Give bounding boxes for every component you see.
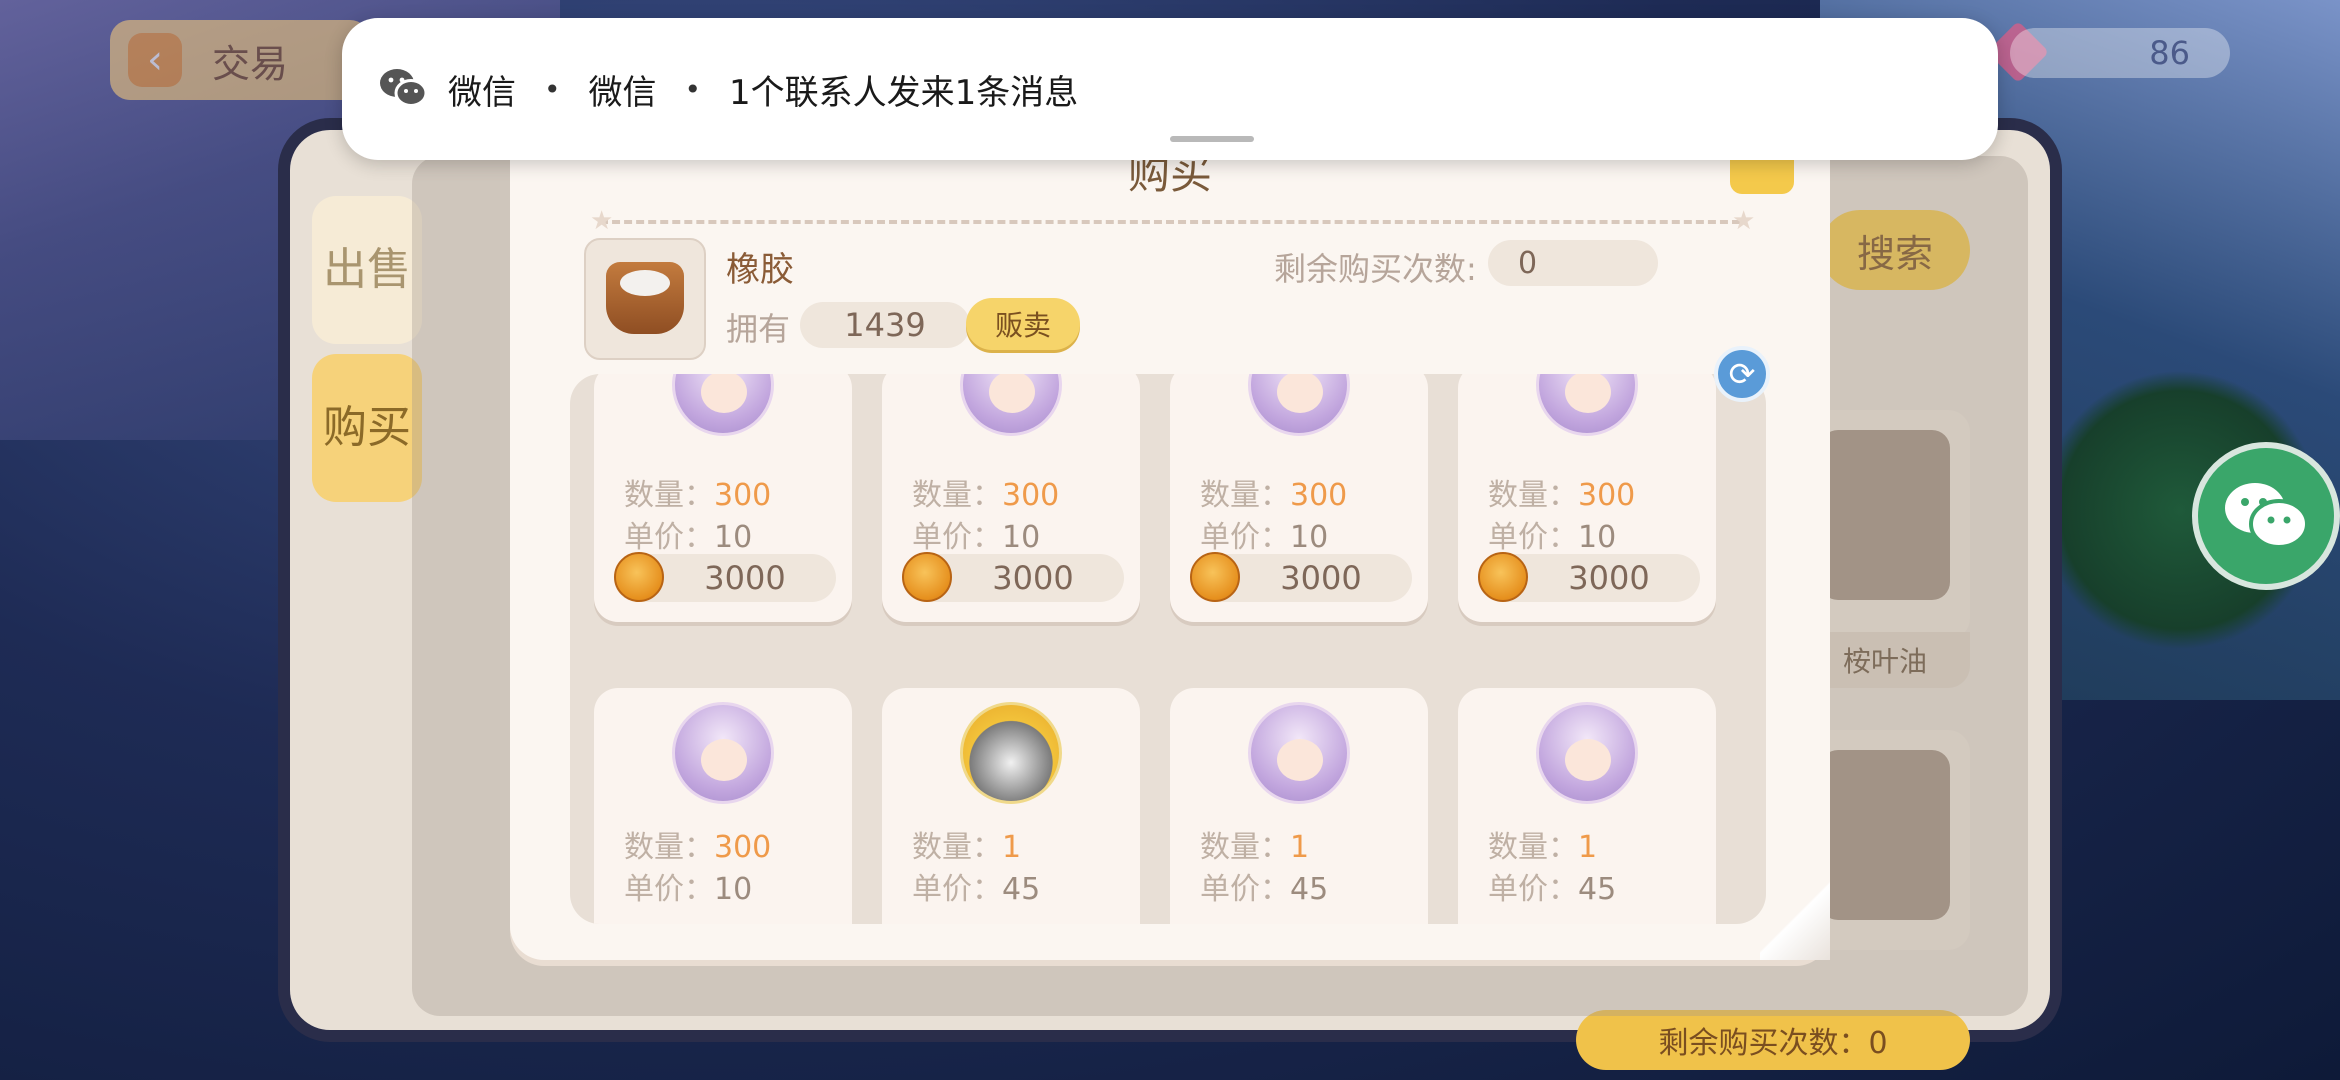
separator-dot: • xyxy=(544,72,561,106)
star-icon: ★ xyxy=(1732,206,1756,236)
listing-unit-price: 单价：45 xyxy=(912,872,1041,907)
sell-button[interactable]: 贩卖 xyxy=(966,298,1080,350)
girl-avatar-icon xyxy=(672,702,774,804)
listing-quantity: 数量：300 xyxy=(912,478,1060,513)
listing-card[interactable]: 数量：300 单价：10 3000 xyxy=(882,374,1140,622)
listing-card[interactable]: 数量：300 单价：10 3000 xyxy=(1170,374,1428,622)
coin-icon xyxy=(614,552,664,602)
raccoon-avatar-icon xyxy=(960,702,1062,804)
coin-icon xyxy=(1190,552,1240,602)
coin-icon xyxy=(902,552,952,602)
girl-avatar-icon xyxy=(1248,702,1350,804)
listing-quantity: 数量：1 xyxy=(1200,830,1310,865)
listing-unit-price: 单价：10 xyxy=(624,520,753,555)
listing-quantity: 数量：300 xyxy=(1200,478,1348,513)
divider xyxy=(600,220,1740,224)
notification-sender: 微信 xyxy=(588,72,657,113)
listing-unit-price: 单价：10 xyxy=(1488,520,1617,555)
page-curl-decoration xyxy=(1760,878,1830,960)
listing-quantity: 数量：300 xyxy=(1488,478,1636,513)
separator-dot: • xyxy=(684,72,702,106)
listing-card[interactable]: 数量：1 单价：45 xyxy=(882,688,1140,924)
item-icon-frame xyxy=(584,238,706,360)
back-arrow-icon[interactable]: ‹ xyxy=(128,33,182,87)
wechat-icon xyxy=(380,69,428,107)
refresh-icon[interactable]: ⟳ xyxy=(1714,346,1770,402)
listing-card[interactable]: 数量：1 单价：45 xyxy=(1458,688,1716,924)
background-remain-count: 剩余购买次数：0 xyxy=(1576,1010,1970,1070)
remain-purchases-count: 0 xyxy=(1488,240,1658,286)
currency-counter: 86 xyxy=(2010,28,2230,78)
wechat-notification[interactable]: 微信 • 微信 • 1个联系人发来1条消息 xyxy=(342,18,1998,160)
own-count: 1439 xyxy=(800,302,970,348)
girl-avatar-icon xyxy=(1536,702,1638,804)
listing-total: 3000 xyxy=(614,552,836,602)
top-title: 交易 xyxy=(212,41,289,86)
listing-quantity: 数量：1 xyxy=(1488,830,1598,865)
listing-grid[interactable]: 数量：300 单价：10 3000 数量：300 单价：10 3000 数量：3… xyxy=(570,374,1766,924)
notification-message: 1个联系人发来1条消息 xyxy=(729,72,1079,113)
listing-quantity: 数量：300 xyxy=(624,478,772,513)
listing-card[interactable]: 数量：1 单价：45 xyxy=(1170,688,1428,924)
listing-card[interactable]: 数量：300 单价：10 3000 xyxy=(594,374,852,622)
listing-unit-price: 单价：10 xyxy=(1200,520,1329,555)
rubber-bucket-icon xyxy=(606,262,684,334)
girl-avatar-icon xyxy=(1248,374,1350,436)
listing-total: 3000 xyxy=(1478,552,1700,602)
listing-quantity: 数量：1 xyxy=(912,830,1022,865)
girl-avatar-icon xyxy=(960,374,1062,436)
remain-purchases-label: 剩余购买次数: xyxy=(1274,250,1477,288)
listing-card[interactable]: 数量：300 单价：10 xyxy=(594,688,852,924)
listing-quantity: 数量：300 xyxy=(624,830,772,865)
coin-icon xyxy=(1478,552,1528,602)
purchase-dialog: 购买 ★ ★ 橡胶 拥有 1439 贩卖 剩余购买次数: 0 数量：300 单价… xyxy=(510,120,1830,960)
girl-avatar-icon xyxy=(672,374,774,436)
listing-total: 3000 xyxy=(1190,552,1412,602)
notification-drag-handle[interactable] xyxy=(1170,136,1254,142)
wechat-float-button[interactable] xyxy=(2192,442,2340,590)
notification-app-name: 微信 xyxy=(448,72,516,113)
listing-total: 3000 xyxy=(902,552,1124,602)
top-bar: ‹ 交易 xyxy=(110,20,370,100)
notification-text: 微信 • 微信 • 1个联系人发来1条消息 xyxy=(448,18,1078,160)
listing-unit-price: 单价：45 xyxy=(1488,872,1617,907)
star-icon: ★ xyxy=(590,206,614,236)
item-name: 橡胶 xyxy=(726,250,794,290)
wechat-icon xyxy=(2225,483,2309,549)
listing-card[interactable]: 数量：300 单价：10 3000 xyxy=(1458,374,1716,622)
girl-avatar-icon xyxy=(1536,374,1638,436)
own-label: 拥有 xyxy=(726,310,791,348)
tab-sell[interactable]: 出售 xyxy=(312,196,422,344)
listing-unit-price: 单价：10 xyxy=(912,520,1041,555)
listing-unit-price: 单价：10 xyxy=(624,872,753,907)
listing-unit-price: 单价：45 xyxy=(1200,872,1329,907)
tab-buy[interactable]: 购买 xyxy=(312,354,422,502)
